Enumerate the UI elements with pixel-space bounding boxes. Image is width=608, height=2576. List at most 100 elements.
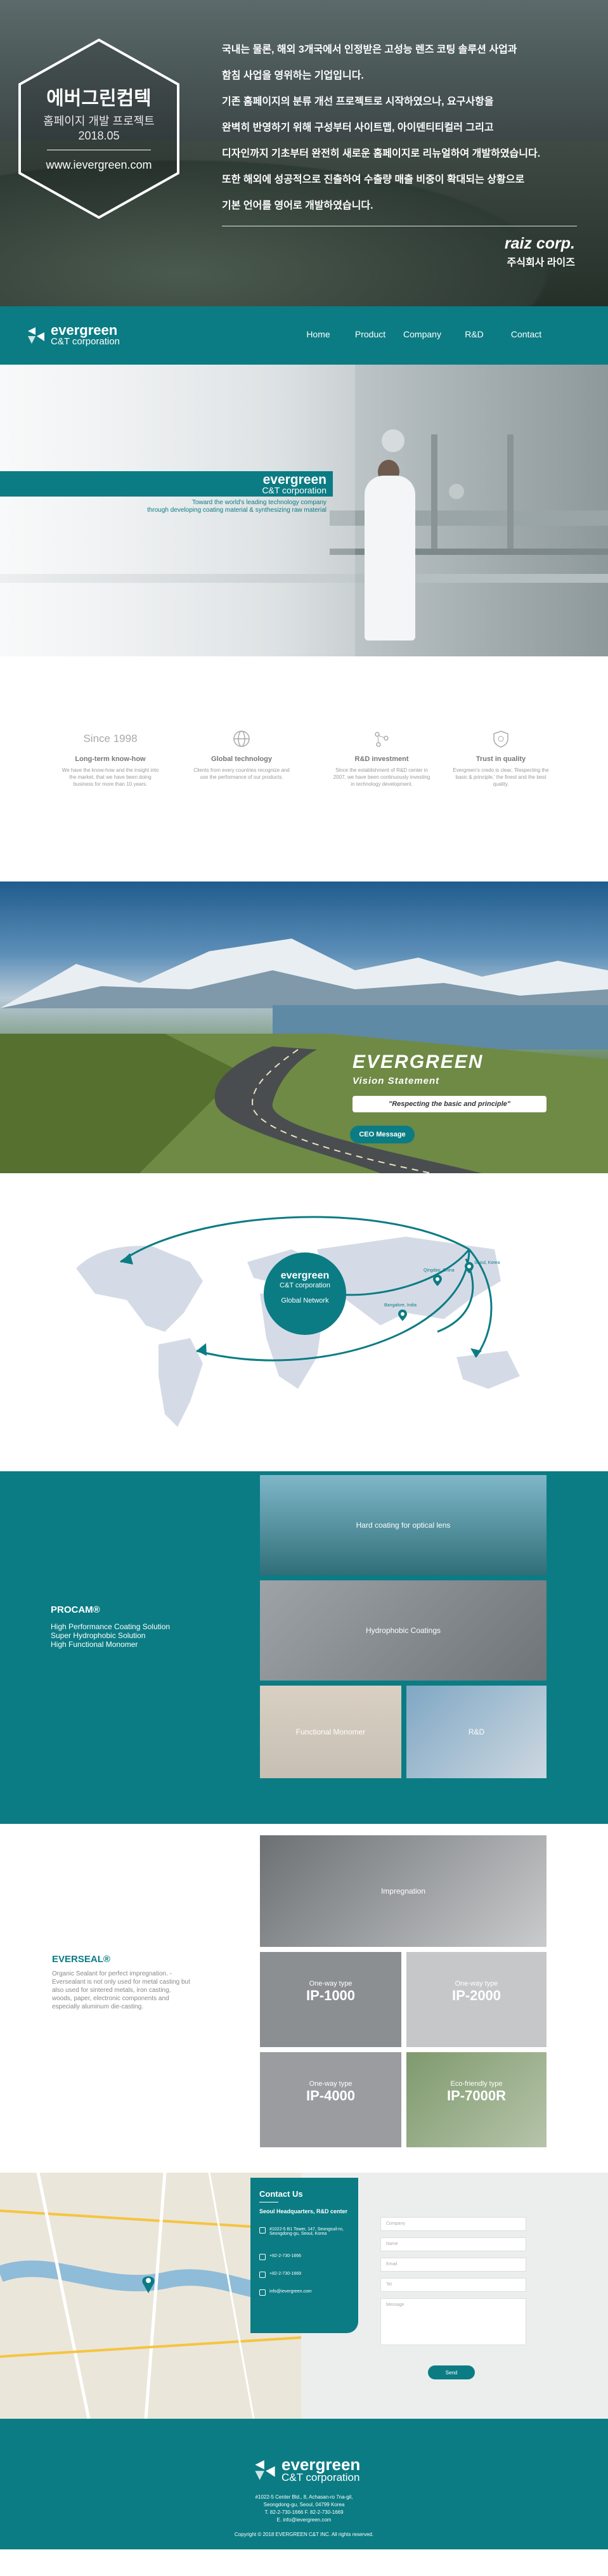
feature-title: R&D investment xyxy=(354,755,409,763)
global-network-section: evergreen C&T corporation Global Network… xyxy=(0,1173,608,1471)
features-section: Since 1998 Long-term know-how We have th… xyxy=(0,656,608,881)
tile-ip-7000r[interactable]: Eco-friendly type IP-7000R xyxy=(406,2052,547,2147)
tile-ip-4000[interactable]: One-way type IP-4000 xyxy=(260,2052,401,2147)
feature-title: Trust in quality xyxy=(475,755,526,763)
menu-product[interactable]: Product xyxy=(344,329,396,339)
pin-bangalore-icon xyxy=(398,1310,407,1321)
feature-rnd: R&D investment Since the establishment o… xyxy=(331,726,432,788)
menu-contact[interactable]: Contact xyxy=(500,329,552,339)
pin-qingdao-icon xyxy=(433,1275,442,1286)
vision-brand: EVERGREEN xyxy=(353,1051,484,1072)
pin-seoul-icon xyxy=(465,1262,474,1273)
mountain-range xyxy=(0,939,608,1008)
tile-functional-monomer[interactable]: Functional Monomer xyxy=(260,1686,401,1778)
feature-title: Long-term know-how xyxy=(75,755,146,763)
main-menu: Home Product Company R&D Contact xyxy=(292,329,552,339)
send-button[interactable]: Send xyxy=(428,2365,475,2379)
contact-title: Contact Us xyxy=(259,2189,303,2199)
message-field[interactable]: Message xyxy=(380,2298,526,2345)
pin-label-seoul: Seoul, Korea xyxy=(474,1261,500,1265)
logo-subtitle: C&T corporation xyxy=(51,336,120,347)
menu-rnd[interactable]: R&D xyxy=(448,329,500,339)
network-brand-sub: C&T corporation xyxy=(280,1282,330,1289)
tile-ip-1000[interactable]: One-way type IP-1000 xyxy=(260,1952,401,2047)
everseal-section: EVERSEAL® Organic Sealant for perfect im… xyxy=(0,1824,608,2173)
pin-label-bangalore: Bangalore, India xyxy=(384,1303,417,1308)
banner-tagline-2: through developing coating material & sy… xyxy=(147,507,327,514)
tile-impregnation[interactable]: Impregnation xyxy=(260,1835,547,1947)
feature-text: Evergreen's credo is clear, 'Respecting … xyxy=(453,767,549,787)
project-hero: 에버그린컴텍 홈페이지 개발 프로젝트 2018.05 www.ievergre… xyxy=(0,0,608,306)
tile-type: One-way type xyxy=(309,2080,353,2088)
procam-item: Super Hydrophobic Solution xyxy=(51,1631,146,1640)
phone-text: +82-2-730-1666 xyxy=(269,2254,302,2258)
desc-line: 기본 언어를 영어로 개발하였습니다. xyxy=(222,200,373,211)
procam-label: PROCAM® xyxy=(51,1604,100,1615)
footer-contact: T. 82-2-730-1666 F. 82-2-730-1669 xyxy=(264,2509,344,2515)
tile-hard-coating[interactable]: Hard coating for optical lens xyxy=(260,1475,547,1575)
vision-label: Vision Statement xyxy=(353,1076,440,1086)
scientist-figure xyxy=(365,476,415,641)
contact-card: Contact Us Seoul Headquarters, R&D cente… xyxy=(250,2178,358,2333)
footer-copyright: Copyright © 2018 EVERGREEN C&T INC. All … xyxy=(234,2532,374,2537)
tile-type: One-way type xyxy=(309,1980,353,1987)
tel-field[interactable]: Tel xyxy=(380,2278,526,2292)
desc-line: 국내는 물론, 해외 3개국에서 인정받은 고성능 렌즈 코팅 솔루션 사업과 xyxy=(222,44,517,55)
everseal-label: EVERSEAL® xyxy=(52,1954,110,1965)
menu-home[interactable]: Home xyxy=(292,329,344,339)
footer-logo[interactable]: evergreen C&T corporation xyxy=(254,2455,361,2483)
banner-brand-band: evergreen C&T corporation xyxy=(0,471,333,497)
menu-company[interactable]: Company xyxy=(396,329,448,339)
office-name: Seoul Headquarters, R&D center xyxy=(259,2208,348,2215)
phone-row: +82-2-730-1666 xyxy=(259,2254,301,2260)
tile-hydrophobic[interactable]: Hydrophobic Coatings xyxy=(260,1580,547,1681)
desc-line: 또한 해외에 성공적으로 진출하여 수출량 매출 비중이 확대되는 상황으로 xyxy=(222,174,525,185)
network-label: Global Network xyxy=(281,1297,329,1304)
hero-url: www.ievergreen.com xyxy=(46,159,152,171)
footer-wordmark: evergreen xyxy=(281,2455,361,2474)
company-field[interactable]: Company xyxy=(380,2217,526,2231)
mail-icon xyxy=(259,2289,266,2296)
email-text[interactable]: info@ievergreen.com xyxy=(269,2289,312,2294)
vision-motto: "Respecting the basic and principle" xyxy=(353,1096,547,1112)
footer-address: Seongdong-gu, Seoul, 04799 Korea xyxy=(263,2502,345,2508)
fax-icon xyxy=(259,2272,266,2278)
ceo-message-button[interactable]: CEO Message xyxy=(350,1126,415,1143)
procam-item: High Functional Monomer xyxy=(51,1640,138,1649)
footer-address: #1022-5 Center Bld., 8, Achasan-ro 7na-g… xyxy=(255,2494,353,2500)
feature-text: Clients from every countries recognize a… xyxy=(193,767,290,780)
fax-text: +82-2-730-1669 xyxy=(269,2272,302,2276)
feature-text: We have the know-how and the insight int… xyxy=(61,767,159,787)
tile-type: Eco-friendly type xyxy=(450,2080,503,2088)
phone-icon xyxy=(259,2254,266,2260)
pin-label-qingdao: Qingdao, China xyxy=(424,1268,455,1273)
hero-description: 국내는 물론, 해외 3개국에서 인정받은 고성능 렌즈 코팅 솔루션 사업과 … xyxy=(222,37,577,219)
site-logo[interactable]: evergreen C&T corporation xyxy=(27,322,120,347)
feature-quality: Trust in quality Evergreen's credo is cl… xyxy=(450,726,552,788)
agency-name: 주식회사 라이즈 xyxy=(507,257,576,268)
tile-model: IP-7000R xyxy=(447,2088,506,2104)
tile-model: IP-2000 xyxy=(451,1987,501,2003)
tile-ip-2000[interactable]: One-way type IP-2000 xyxy=(406,1952,547,2047)
footer-email: E. info@ievergreen.com xyxy=(276,2517,332,2523)
since-1998-mark: Since 1998 xyxy=(83,732,138,745)
desc-line: 함침 사업을 영위하는 기업입니다. xyxy=(222,70,364,81)
logo-wordmark: evergreen xyxy=(51,322,118,338)
feature-title: Global technology xyxy=(211,755,272,763)
tile-rnd[interactable]: R&D xyxy=(406,1686,547,1778)
hero-title: 에버그린컴텍 xyxy=(46,88,152,109)
hero-subtitle-line: 홈페이지 개발 프로젝트 xyxy=(43,115,155,127)
tile-model: IP-4000 xyxy=(306,2088,356,2104)
name-field[interactable]: Name xyxy=(380,2237,526,2251)
logo-icon xyxy=(255,2460,275,2480)
address-row: #1022-5 B1 Tower, 147, Seongsuil-ro, Seo… xyxy=(259,2227,348,2236)
footer-logo-subtitle: C&T corporation xyxy=(281,2471,360,2483)
network-brand: evergreen xyxy=(280,1270,330,1281)
fax-row: +82-2-730-1669 xyxy=(259,2272,301,2278)
tile-model: IP-1000 xyxy=(306,1987,356,2003)
email-field[interactable]: Email xyxy=(380,2258,526,2272)
everseal-description: Organic Sealant for perfect impregnation… xyxy=(52,1970,190,2010)
desc-line: 기존 홈페이지의 분류 개선 프로젝트로 시작하였으나, 요구사항을 xyxy=(222,96,494,107)
vision-section: EVERGREEN Vision Statement "Respecting t… xyxy=(0,881,608,1173)
network-badge: evergreen C&T corporation Global Network xyxy=(264,1252,346,1335)
